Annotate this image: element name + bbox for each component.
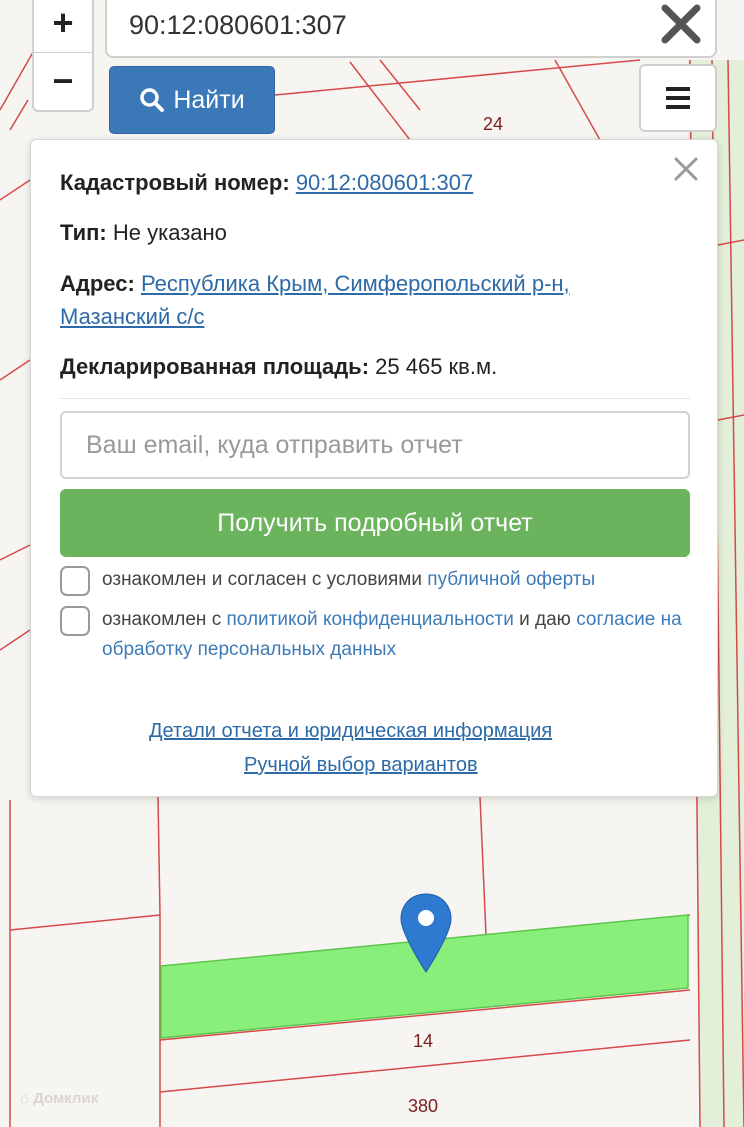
offer-consent-checkbox[interactable]: [60, 566, 90, 596]
parcel-label-380: 380: [408, 1096, 438, 1116]
search-box: [105, 0, 717, 58]
find-button[interactable]: Найти: [109, 66, 275, 134]
cadastral-row: Кадастровый номер: 90:12:080601:307: [60, 166, 473, 199]
parcel-label-24: 24: [483, 114, 503, 134]
clear-search-icon[interactable]: [659, 2, 703, 46]
area-row: Декларированная площадь: 25 465 кв.м.: [60, 350, 497, 383]
parcel-info-popup: Кадастровый номер: 90:12:080601:307 Тип:…: [30, 139, 718, 797]
zoom-out-button[interactable]: −: [34, 52, 92, 110]
type-value: Не указано: [112, 220, 227, 245]
report-details-link[interactable]: Детали отчета и юридическая информация: [149, 720, 552, 743]
find-button-label: Найти: [173, 85, 245, 114]
area-value: 25 465 кв.м.: [375, 354, 498, 379]
privacy-policy-link[interactable]: политикой конфиденциальности: [227, 609, 514, 630]
email-field[interactable]: [60, 411, 690, 479]
menu-button[interactable]: [639, 64, 717, 132]
search-input[interactable]: [129, 10, 629, 41]
zoom-control: + −: [32, 0, 94, 112]
offer-consent-text: ознакомлен и согласен с условиями публич…: [102, 569, 596, 590]
address-link-line2[interactable]: Мазанский с/с: [60, 304, 204, 329]
address-link-line1[interactable]: Республика Крым, Симферопольский р-н,: [141, 271, 570, 296]
parcel-label-14: 14: [413, 1031, 433, 1051]
manual-selection-link[interactable]: Ручной выбор вариантов: [244, 754, 478, 777]
watermark: ⌂ Домклик: [20, 1090, 99, 1107]
hamburger-icon: [666, 87, 690, 109]
search-icon: [140, 88, 165, 112]
cadastral-label: Кадастровый номер:: [60, 170, 290, 195]
get-report-button[interactable]: Получить подробный отчет: [60, 489, 690, 557]
cadastral-number-link[interactable]: 90:12:080601:307: [296, 170, 473, 195]
public-offer-link[interactable]: публичной оферты: [427, 569, 595, 590]
close-icon[interactable]: [671, 154, 701, 184]
address-row: Адрес: Республика Крым, Симферопольский …: [60, 267, 570, 300]
divider: [60, 398, 690, 399]
type-label: Тип:: [60, 220, 107, 245]
address-label: Адрес:: [60, 271, 135, 296]
area-label: Декларированная площадь:: [60, 354, 370, 379]
address-row-2: Мазанский с/с: [60, 300, 204, 333]
type-row: Тип: Не указано: [60, 216, 227, 249]
privacy-consent-text: ознакомлен с политикой конфиденциальност…: [102, 609, 682, 660]
zoom-in-button[interactable]: +: [34, 0, 92, 53]
privacy-consent-checkbox[interactable]: [60, 606, 90, 636]
